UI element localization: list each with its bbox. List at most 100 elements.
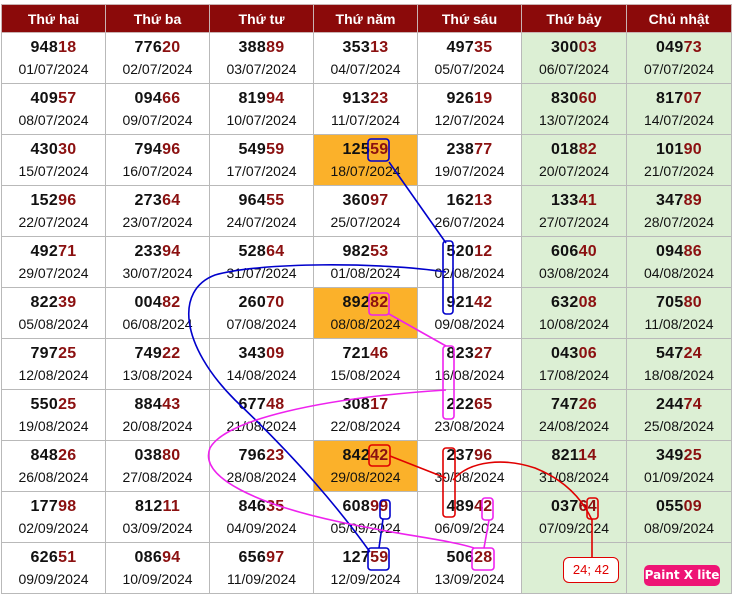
result-cell: 50628 13/09/2024 [417,542,522,594]
result-prefix: 300 [550,39,579,56]
result-number: 84635 [210,497,313,516]
result-cell: 12559 18/07/2024 [313,134,418,186]
result-date: 27/08/2024 [122,469,193,485]
result-suffix: 13 [370,39,389,56]
result-number: 77620 [106,38,209,57]
result-prefix: 528 [238,243,267,260]
result-prefix: 260 [238,294,267,311]
result-prefix: 133 [550,192,579,209]
result-suffix: 97 [370,192,389,209]
result-prefix: 776 [134,39,163,56]
result-date: 11/08/2024 [644,316,714,332]
result-suffix: 94 [266,90,285,107]
result-suffix: 17 [370,396,389,413]
result-cell: 43030 15/07/2024 [1,134,106,186]
result-number: 79496 [106,140,209,159]
result-number: 91323 [314,89,417,108]
result-prefix: 819 [238,90,267,107]
result-suffix: 55 [266,192,285,209]
result-date: 23/07/2024 [122,214,193,230]
result-prefix: 152 [30,192,59,209]
week-row: 40957 08/07/2024 09466 09/07/2024 81994 10/07… [1,83,732,135]
result-suffix: 53 [370,243,389,260]
result-cell: 74726 24/08/2024 [521,389,627,441]
result-number: 23394 [106,242,209,261]
result-date: 25/07/2024 [330,214,401,230]
result-date: 01/07/2024 [18,61,89,77]
result-number: 60899 [314,497,417,516]
result-prefix: 846 [238,498,267,515]
header-monday: Thứ hai [1,4,106,33]
result-prefix: 237 [446,447,475,464]
result-prefix: 353 [342,39,371,56]
result-suffix: 59 [370,549,389,566]
result-number: 94818 [2,38,105,57]
result-date: 13/07/2024 [538,112,610,128]
result-cell: 04306 17/08/2024 [521,338,627,390]
result-number: 22265 [418,395,521,414]
result-date: 31/07/2024 [226,265,297,281]
header-thursday: Thứ năm [313,4,418,33]
result-prefix: 244 [655,396,684,413]
result-prefix: 388 [238,39,267,56]
result-suffix: 82 [578,141,597,158]
result-suffix: 82 [370,294,389,311]
header-friday: Thứ sáu [417,4,522,33]
result-suffix: 42 [370,447,389,464]
result-date: 01/09/2024 [643,469,715,485]
result-suffix: 64 [266,243,285,260]
result-cell: 23877 19/07/2024 [417,134,522,186]
lottery-calendar-screen: Thứ hai Thứ ba Thứ tư Thứ năm Thứ sáu Th… [0,0,734,596]
result-date: 03/08/2024 [538,265,610,281]
result-date: 29/08/2024 [330,469,401,485]
header-saturday: Thứ bảy [521,4,627,33]
result-prefix: 055 [655,498,684,515]
result-suffix: 74 [683,396,702,413]
result-date: 06/07/2024 [538,61,610,77]
result-cell: 36097 25/07/2024 [313,185,418,237]
result-cell: 05509 08/09/2024 [626,491,732,543]
result-number: 48942 [418,497,521,516]
result-suffix: 99 [370,498,389,515]
result-prefix: 747 [550,396,579,413]
result-prefix: 489 [446,498,475,515]
result-number: 34925 [627,446,731,465]
result-date: 02/08/2024 [434,265,505,281]
result-suffix: 25 [58,345,77,362]
result-number: 26070 [210,293,313,312]
header-tuesday: Thứ ba [105,4,210,33]
result-suffix: 96 [58,192,77,209]
result-number: 10190 [627,140,731,159]
result-suffix: 80 [162,447,181,464]
result-suffix: 25 [683,447,702,464]
result-date: 12/07/2024 [434,112,505,128]
result-date: 04/07/2024 [330,61,401,77]
result-date: 16/07/2024 [122,163,193,179]
result-suffix: 13 [474,192,493,209]
result-prefix: 817 [655,90,684,107]
result-date: 12/08/2024 [18,367,89,383]
result-prefix: 797 [30,345,59,362]
result-suffix: 09 [266,345,285,362]
result-cell: 81211 03/09/2024 [105,491,210,543]
result-cell: 82114 31/08/2024 [521,440,627,492]
result-cell: 60640 03/08/2024 [521,236,627,288]
result-number: 40957 [2,89,105,108]
result-date: 20/08/2024 [122,418,193,434]
result-prefix: 921 [446,294,475,311]
result-suffix: 12 [474,243,493,260]
result-cell: 82327 16/08/2024 [417,338,522,390]
result-suffix: 86 [683,243,702,260]
result-cell: 49735 05/07/2024 [417,32,522,84]
result-prefix: 043 [550,345,579,362]
result-prefix: 506 [446,549,475,566]
result-cell: 48942 06/09/2024 [417,491,522,543]
result-cell: 34925 01/09/2024 [626,440,732,492]
result-suffix: 64 [162,192,181,209]
result-number: 38889 [210,38,313,57]
result-number: 09486 [627,242,731,261]
result-prefix: 830 [550,90,579,107]
result-date: 28/08/2024 [226,469,297,485]
result-number: 92142 [418,293,521,312]
result-prefix: 222 [446,396,475,413]
